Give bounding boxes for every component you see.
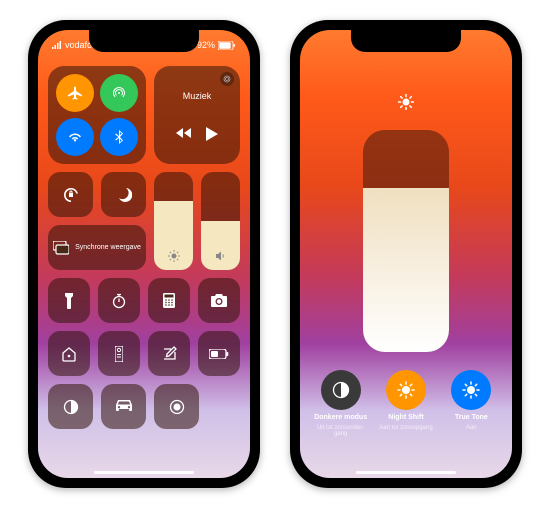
airplay-icon [223,75,231,83]
sun-indicator [398,94,414,110]
signal-icon [52,41,62,49]
night-shift-icon [397,381,415,399]
compose-icon [162,346,177,361]
home-indicator[interactable] [94,471,194,474]
brightness-slider[interactable] [154,172,193,270]
camera-icon [211,294,227,307]
remote-icon [115,346,123,362]
battery-toggle-icon [209,349,229,359]
do-not-disturb-toggle[interactable] [101,172,146,217]
moon-icon [116,187,132,203]
cellular-toggle[interactable] [100,74,138,112]
orientation-lock-toggle[interactable] [48,172,93,217]
dark-mode-icon [332,381,350,399]
lock-rotation-icon [62,186,80,204]
control-center: Muziek Synchrone weergave [48,66,240,468]
notch [89,30,199,52]
calculator-button[interactable] [148,278,190,323]
bluetooth-icon [111,129,127,145]
prev-button[interactable] [176,127,192,141]
antenna-icon [111,85,127,101]
wifi-toggle[interactable] [56,118,94,156]
true-tone-icon [462,381,480,399]
phone-control-center: vodafone NL 92% Muziek [28,20,260,488]
home-icon [61,346,77,362]
true-tone-option[interactable]: True Tone Aan [441,370,501,438]
play-icon [206,127,218,141]
airplane-icon [67,85,83,101]
brightness-options: Donkere modus Uit tot zonsonder-gang Nig… [300,370,512,438]
notch [351,30,461,52]
rewind-icon [176,127,192,139]
flashlight-button[interactable] [48,278,90,323]
speaker-icon [215,250,227,262]
screen-mirror-label: Synchrone weergave [75,244,141,252]
dark-mode-icon [63,399,79,415]
carplay-button[interactable] [101,384,146,429]
music-title: Muziek [183,91,212,101]
home-indicator[interactable] [356,471,456,474]
dark-mode-option[interactable]: Donkere modus Uit tot zonsonder-gang [311,370,371,438]
flashlight-icon [64,293,74,309]
play-button[interactable] [206,127,218,141]
connectivity-panel[interactable] [48,66,146,164]
notes-button[interactable] [148,331,190,376]
screen: vodafone NL 92% Muziek [38,30,250,478]
home-button[interactable] [48,331,90,376]
screen-mirroring-button[interactable]: Synchrone weergave [48,225,146,270]
airplay-button[interactable] [220,72,234,86]
volume-slider[interactable] [201,172,240,270]
brightness-large-slider[interactable] [363,130,449,352]
sun-icon [168,250,180,262]
wifi-icon [67,129,83,145]
dark-mode-toggle[interactable] [48,384,93,429]
low-power-toggle[interactable] [198,331,240,376]
battery-icon [218,41,236,50]
screen: Donkere modus Uit tot zonsonder-gang Nig… [300,30,512,478]
bluetooth-toggle[interactable] [100,118,138,156]
airplane-toggle[interactable] [56,74,94,112]
music-panel[interactable]: Muziek [154,66,240,164]
sun-icon [398,94,414,110]
timer-icon [111,293,127,309]
screen-mirror-icon [53,241,69,255]
night-shift-option[interactable]: Night Shift Aan tot zonsopgang [376,370,436,438]
record-icon [169,399,185,415]
remote-button[interactable] [98,331,140,376]
timer-button[interactable] [98,278,140,323]
battery-pct-label: 92% [197,40,215,50]
calculator-icon [163,293,175,308]
phone-brightness-detail: Donkere modus Uit tot zonsonder-gang Nig… [290,20,522,488]
screen-record-button[interactable] [154,384,199,429]
camera-button[interactable] [198,278,240,323]
car-icon [115,400,133,413]
